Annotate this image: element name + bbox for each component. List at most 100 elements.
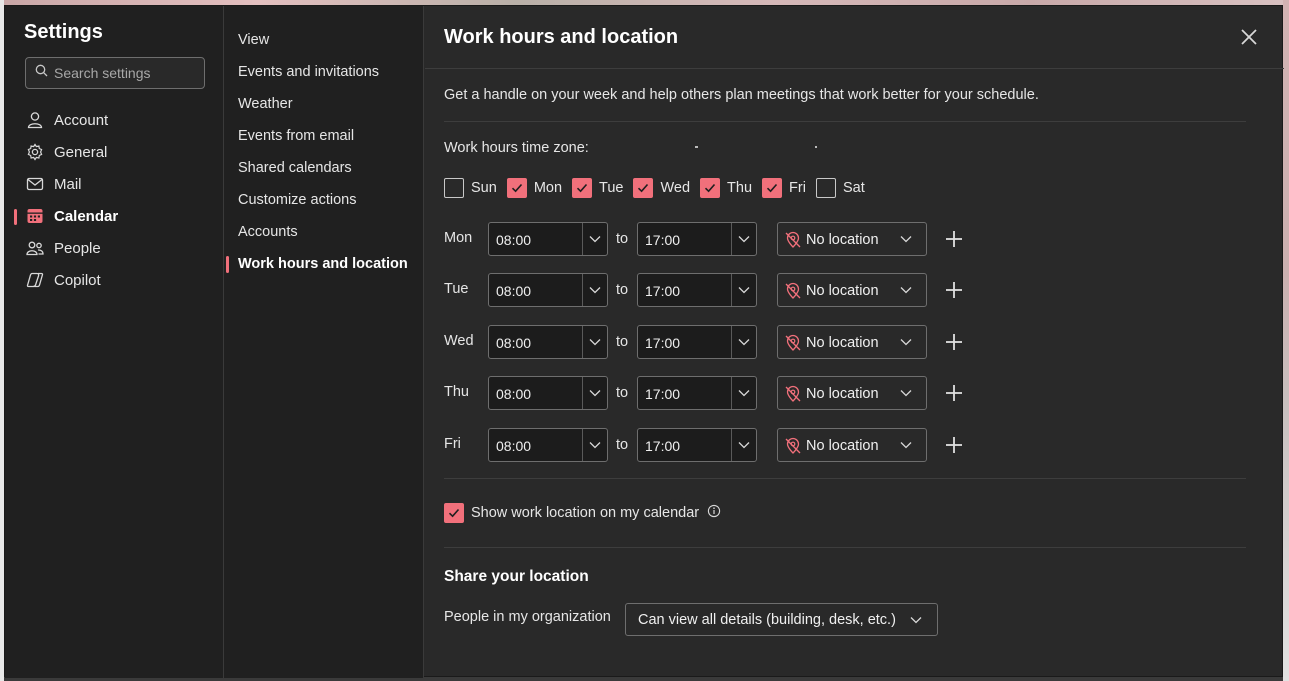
add-time-slot-button[interactable] — [944, 383, 964, 403]
day-checkbox-wed[interactable]: Wed — [633, 178, 690, 198]
add-time-slot-button[interactable] — [944, 435, 964, 455]
checkbox-label: Mon — [533, 180, 563, 196]
subnav-item-shared-calendars[interactable]: Shared calendars — [238, 160, 352, 176]
to-label: to — [616, 231, 629, 247]
day-checkbox-tue[interactable]: Tue — [572, 178, 623, 198]
schedule-row-fri: Fri 08:00 to 17:00 No location — [444, 428, 984, 462]
day-checkbox-fri[interactable]: Fri — [762, 178, 806, 198]
nav-item-calendar[interactable]: Calendar — [25, 204, 118, 228]
mail-icon — [25, 174, 45, 194]
calendar-icon — [25, 206, 45, 226]
add-time-slot-button[interactable] — [944, 332, 964, 352]
chevron-down-icon[interactable] — [588, 335, 602, 354]
checkbox-checked[interactable] — [762, 178, 783, 198]
checkbox-checked[interactable] — [572, 178, 593, 198]
no-location-icon — [784, 334, 802, 357]
add-time-slot-button[interactable] — [944, 280, 964, 300]
close-button[interactable] — [1238, 26, 1260, 48]
nav-item-account[interactable]: Account — [25, 108, 108, 132]
chevron-down-icon[interactable] — [737, 283, 751, 302]
info-icon[interactable] — [707, 504, 721, 523]
to-label: to — [616, 385, 629, 401]
start-time-value: 08:00 — [496, 335, 532, 351]
start-time-dropdown[interactable]: 08:00 — [488, 273, 608, 307]
start-time-dropdown[interactable]: 08:00 — [488, 376, 608, 410]
add-time-slot-button[interactable] — [944, 229, 964, 249]
checkbox-label: Fri — [789, 180, 806, 196]
dropdown-divider — [582, 429, 583, 461]
day-checkbox-mon[interactable]: Mon — [506, 178, 563, 198]
show-work-location-option[interactable]: Show work location on my calendar — [444, 503, 721, 523]
checkbox-checked[interactable] — [506, 178, 527, 198]
subnav-item-weather[interactable]: Weather — [238, 96, 293, 112]
subnav-item-accounts[interactable]: Accounts — [238, 224, 298, 240]
chevron-down-icon[interactable] — [737, 232, 751, 251]
to-label: to — [616, 282, 629, 298]
start-time-dropdown[interactable]: 08:00 — [488, 222, 608, 256]
end-time-dropdown[interactable]: 17:00 — [637, 222, 757, 256]
nav-item-people[interactable]: People — [25, 236, 101, 260]
chevron-down-icon[interactable] — [588, 438, 602, 457]
timezone-value-redacted — [695, 146, 698, 148]
end-time-value: 17:00 — [645, 386, 681, 402]
plus-icon — [944, 334, 964, 356]
no-location-icon — [784, 231, 802, 254]
calendar-settings-nav: View Events and invitations Weather Even… — [224, 6, 424, 678]
subnav-item-customize-actions[interactable]: Customize actions — [238, 192, 356, 208]
location-dropdown[interactable]: No location — [777, 222, 927, 256]
subnav-item-events-from-email[interactable]: Events from email — [238, 128, 354, 144]
checkbox-label: Wed — [660, 180, 691, 196]
search-input[interactable]: Search settings — [25, 57, 205, 89]
chevron-down-icon[interactable] — [737, 335, 751, 354]
location-value: No location — [806, 438, 879, 454]
end-time-dropdown[interactable]: 17:00 — [637, 376, 757, 410]
chevron-down-icon — [909, 613, 923, 632]
schedule-row-tue: Tue 08:00 to 17:00 No location — [444, 273, 984, 307]
start-time-dropdown[interactable]: 08:00 — [488, 428, 608, 462]
nav-item-mail[interactable]: Mail — [25, 172, 82, 196]
location-dropdown[interactable]: No location — [777, 273, 927, 307]
chevron-down-icon[interactable] — [588, 232, 602, 251]
show-location-checkbox[interactable] — [444, 503, 464, 523]
nav-item-general[interactable]: General — [25, 140, 107, 164]
org-sharing-dropdown[interactable]: Can view all details (building, desk, et… — [625, 603, 938, 636]
location-dropdown[interactable]: No location — [777, 376, 927, 410]
end-time-dropdown[interactable]: 17:00 — [637, 273, 757, 307]
chevron-down-icon[interactable] — [588, 386, 602, 405]
day-checkbox-sun[interactable]: Sun — [444, 178, 497, 198]
checkbox[interactable] — [815, 178, 836, 198]
checkbox-checked[interactable] — [633, 178, 654, 198]
person-icon — [25, 110, 45, 130]
search-placeholder: Search settings — [54, 65, 151, 81]
end-time-dropdown[interactable]: 17:00 — [637, 325, 757, 359]
subnav-item-events-and-invitations[interactable]: Events and invitations — [238, 64, 379, 80]
checkbox[interactable] — [444, 178, 464, 198]
nav-item-label: Calendar — [54, 207, 119, 225]
chevron-down-icon[interactable] — [737, 386, 751, 405]
checkbox-checked[interactable] — [700, 178, 721, 198]
nav-item-label: Mail — [54, 175, 82, 193]
day-checkbox-thu[interactable]: Thu — [700, 178, 752, 198]
dropdown-divider — [582, 223, 583, 255]
chevron-down-icon[interactable] — [737, 438, 751, 457]
people-icon — [25, 238, 45, 258]
dropdown-divider — [582, 377, 583, 409]
checkmark-icon — [704, 183, 716, 193]
no-location-icon — [784, 385, 802, 408]
location-dropdown[interactable]: No location — [777, 325, 927, 359]
start-time-dropdown[interactable]: 08:00 — [488, 325, 608, 359]
chevron-down-icon — [899, 283, 913, 302]
dropdown-divider — [582, 274, 583, 306]
end-time-dropdown[interactable]: 17:00 — [637, 428, 757, 462]
subnav-item-work-hours-and-location[interactable]: Work hours and location — [238, 256, 408, 272]
subnav-item-view[interactable]: View — [238, 32, 269, 48]
day-checkbox-sat[interactable]: Sat — [815, 178, 865, 198]
plus-icon — [944, 231, 964, 253]
settings-title: Settings — [24, 21, 103, 43]
day-label: Tue — [444, 281, 469, 297]
nav-item-label: Account — [54, 111, 109, 129]
location-value: No location — [806, 283, 879, 299]
location-dropdown[interactable]: No location — [777, 428, 927, 462]
nav-item-copilot[interactable]: Copilot — [25, 268, 101, 292]
chevron-down-icon[interactable] — [588, 283, 602, 302]
